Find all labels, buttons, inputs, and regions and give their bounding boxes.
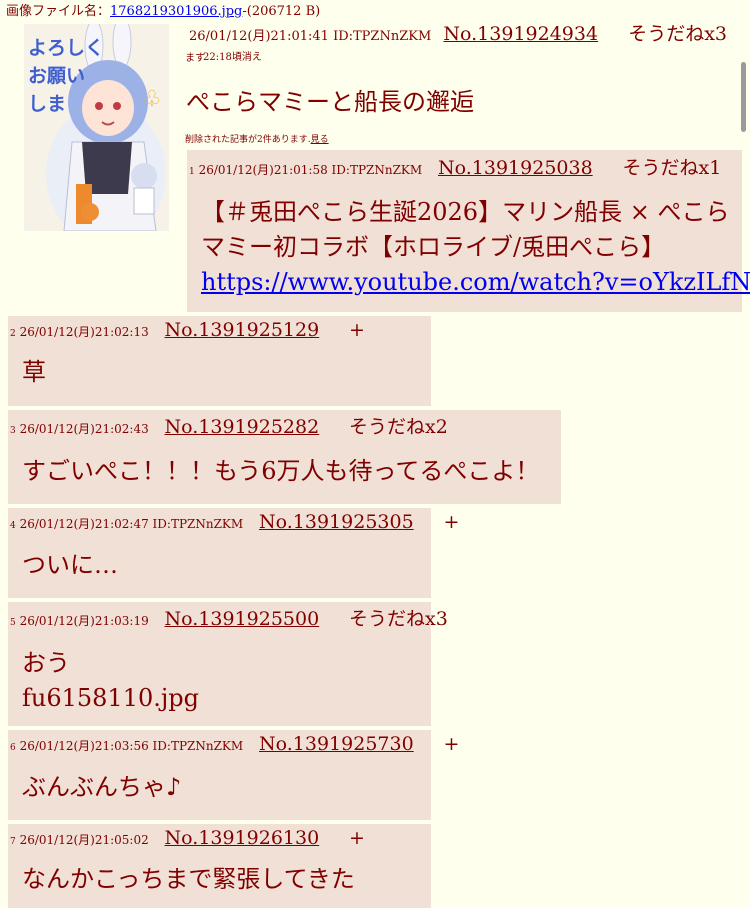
reply-1: 1 26/01/12(月)21:01:58 ID:TPZNnZKM No.139… bbox=[187, 150, 750, 312]
reply-index: 7 bbox=[10, 837, 16, 847]
reply-index: 3 bbox=[10, 426, 16, 436]
reply-line: 草 bbox=[22, 358, 46, 386]
reply-datetime: 26/01/12(月)21:02:43 bbox=[19, 422, 149, 436]
reply-datetime: 26/01/12(月)21:02:13 bbox=[19, 325, 149, 339]
svg-text:♧: ♧ bbox=[142, 87, 162, 112]
reply-5: 5 26/01/12(月)21:03:19 No.1391925500 そうだね… bbox=[8, 602, 448, 726]
deleted-note-text: 削除された記事が2件あります. bbox=[185, 135, 311, 145]
see-deleted-link[interactable]: 見る bbox=[311, 135, 329, 145]
reply-index: 6 bbox=[10, 743, 16, 753]
op-expire: 22:18頃消え bbox=[203, 52, 262, 63]
reply-header: 6 26/01/12(月)21:03:56 ID:TPZNnZKM No.139… bbox=[10, 735, 459, 757]
reply-attachment-link[interactable]: fu6158110.jpg bbox=[22, 681, 199, 716]
reply-header: 3 26/01/12(月)21:02:43 No.1391925282 そうだね… bbox=[10, 418, 448, 440]
op-body: ぺこらマミーと船長の邂逅 bbox=[186, 88, 474, 116]
reply-4: 4 26/01/12(月)21:02:47 ID:TPZNnZKM No.139… bbox=[8, 508, 459, 598]
reply-post-number[interactable]: No.1391925038 bbox=[438, 157, 593, 179]
reply-id: ID:TPZNnZKM bbox=[331, 163, 423, 177]
op-id: ID:TPZNnZKM bbox=[333, 29, 432, 44]
reply-header: 5 26/01/12(月)21:03:19 No.1391925500 そうだね… bbox=[10, 610, 448, 632]
svg-text:しま: しま bbox=[28, 93, 66, 115]
reply-post-number[interactable]: No.1391925500 bbox=[165, 608, 320, 630]
reply-id: ID:TPZNnZKM bbox=[152, 739, 244, 753]
reply-body: ついに… bbox=[22, 548, 118, 583]
reply-post-number[interactable]: No.1391925305 bbox=[259, 511, 414, 533]
reply-id: ID:TPZNnZKM bbox=[152, 517, 244, 531]
deleted-note: 削除された記事が2件あります.見る bbox=[185, 134, 329, 146]
file-link[interactable]: 1768219301906.jpg bbox=[110, 4, 242, 19]
file-label: 画像ファイル名： bbox=[6, 4, 111, 19]
bunny-girl-illustration-icon: よろしく お願い しま ♧ bbox=[24, 24, 169, 231]
reply-index: 1 bbox=[189, 167, 195, 177]
reply-sodane-button[interactable]: + bbox=[444, 733, 460, 755]
reply-header: 7 26/01/12(月)21:05:02 No.1391926130 + bbox=[10, 829, 365, 851]
reply-datetime: 26/01/12(月)21:02:47 bbox=[19, 517, 149, 531]
reply-header: 2 26/01/12(月)21:02:13 No.1391925129 + bbox=[10, 321, 365, 343]
svg-text:よろしく: よろしく bbox=[28, 37, 104, 59]
reply-body: 草 bbox=[22, 355, 46, 390]
reply-line: ついに… bbox=[22, 551, 118, 579]
reply-index: 4 bbox=[10, 521, 16, 531]
op-expire-tail: ます bbox=[185, 53, 205, 64]
op-post-number[interactable]: No.1391924934 bbox=[443, 23, 598, 45]
reply-datetime: 26/01/12(月)21:05:02 bbox=[19, 833, 149, 847]
op-datetime: 26/01/12(月)21:01:41 bbox=[189, 29, 329, 44]
reply-index: 5 bbox=[10, 618, 16, 628]
reply-post-number[interactable]: No.1391925282 bbox=[165, 416, 320, 438]
svg-text:お願い: お願い bbox=[28, 65, 85, 87]
reply-header: 1 26/01/12(月)21:01:58 ID:TPZNnZKM No.139… bbox=[189, 159, 721, 181]
reply-sodane-button[interactable]: そうだねx2 bbox=[349, 416, 448, 438]
reply-body: おう fu6158110.jpg bbox=[22, 646, 199, 716]
file-size: -(206712 B) bbox=[242, 4, 321, 19]
reply-sodane-button[interactable]: そうだねx1 bbox=[623, 157, 722, 179]
reply-body: すごいぺこ！！！もう6万人も待ってるぺこよ！ bbox=[22, 454, 539, 489]
vertical-scrollbar[interactable] bbox=[741, 62, 746, 132]
reply-7: 7 26/01/12(月)21:05:02 No.1391926130 + なん… bbox=[8, 824, 431, 908]
reply-datetime: 26/01/12(月)21:03:19 bbox=[19, 614, 149, 628]
reply-line: マミー初コラボ【ホロライブ/兎田ぺこら】 bbox=[201, 233, 666, 261]
reply-body: なんかこっちまで緊張してきた bbox=[22, 862, 355, 897]
op-sodane-button[interactable]: そうだねx3 bbox=[628, 23, 727, 45]
thread-page: 画像ファイル名：1768219301906.jpg-(206712 B) よろし… bbox=[0, 0, 750, 908]
reply-sodane-button[interactable]: そうだねx3 bbox=[349, 608, 448, 630]
reply-index: 2 bbox=[10, 329, 16, 339]
op-thumbnail[interactable]: よろしく お願い しま ♧ bbox=[24, 24, 169, 231]
op-header: 26/01/12(月)21:01:41 ID:TPZNnZKM No.13919… bbox=[185, 23, 744, 68]
reply-post-number[interactable]: No.1391925129 bbox=[165, 319, 320, 341]
reply-2: 2 26/01/12(月)21:02:13 No.1391925129 + 草 bbox=[8, 316, 431, 406]
reply-sodane-button[interactable]: + bbox=[349, 319, 365, 341]
reply-line: おう bbox=[22, 649, 70, 677]
reply-datetime: 26/01/12(月)21:01:58 bbox=[198, 163, 328, 177]
reply-sodane-button[interactable]: + bbox=[444, 511, 460, 533]
reply-line: ぶんぶんちゃ♪ bbox=[22, 773, 182, 801]
reply-line: すごいぺこ！！！もう6万人も待ってるぺこよ！ bbox=[22, 457, 540, 485]
reply-body: ぶんぶんちゃ♪ bbox=[22, 770, 181, 805]
reply-3: 3 26/01/12(月)21:02:43 No.1391925282 そうだね… bbox=[8, 410, 561, 504]
reply-header: 4 26/01/12(月)21:02:47 ID:TPZNnZKM No.139… bbox=[10, 513, 459, 535]
reply-6: 6 26/01/12(月)21:03:56 ID:TPZNnZKM No.139… bbox=[8, 730, 459, 820]
reply-line: 【＃兎田ぺこら生誕2026】マリン船長 × ぺこら bbox=[201, 198, 730, 226]
reply-body: 【＃兎田ぺこら生誕2026】マリン船長 × ぺこら マミー初コラボ【ホロライブ/… bbox=[201, 195, 750, 300]
reply-post-number[interactable]: No.1391926130 bbox=[165, 827, 320, 849]
reply-datetime: 26/01/12(月)21:03:56 bbox=[19, 739, 149, 753]
reply-sodane-button[interactable]: + bbox=[349, 827, 365, 849]
youtube-link[interactable]: https://www.youtube.com/watch?v=oYkzILfN… bbox=[201, 268, 750, 296]
reply-line: なんかこっちまで緊張してきた bbox=[22, 865, 355, 893]
reply-post-number[interactable]: No.1391925730 bbox=[259, 733, 414, 755]
file-info: 画像ファイル名：1768219301906.jpg-(206712 B) bbox=[6, 4, 320, 20]
